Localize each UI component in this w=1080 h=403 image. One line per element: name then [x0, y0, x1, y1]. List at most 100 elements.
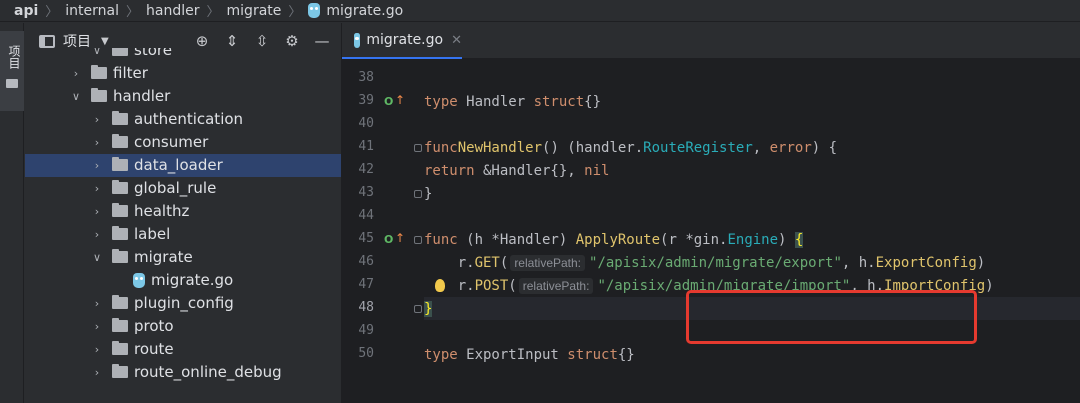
tree-item-label: migrate: [134, 248, 193, 266]
folder-icon: [112, 249, 128, 263]
tree-item-label: data_loader: [134, 156, 223, 174]
line-number: 47: [358, 277, 374, 292]
tree-item-label: filter: [113, 64, 148, 82]
code-area[interactable]: type Handler struct{} func NewHandler() (…: [424, 59, 1080, 403]
code-line: }: [424, 185, 433, 202]
tree-item-label: authentication: [134, 110, 244, 128]
folder-icon: [112, 134, 128, 148]
project-tree: ∨ store › filter ∨ handler › authentication › con…: [25, 48, 341, 403]
folder-icon: [112, 203, 128, 217]
tree-item[interactable]: › global_rule: [25, 177, 341, 200]
breadcrumb-item-handler[interactable]: handler: [146, 3, 199, 19]
tree-item[interactable]: › healthz: [25, 200, 341, 223]
tree-item-label: route_online_debug: [134, 363, 282, 381]
go-implementation-icon[interactable]: O: [384, 95, 393, 108]
code-editor: migrate.go ✕ 38 39 40 41 42 43 44 45 46 47 48 49 50 O…: [341, 23, 1080, 403]
folder-icon: [112, 48, 128, 56]
tree-item[interactable]: ∨ store: [25, 48, 341, 62]
tree-item[interactable]: migrate.go: [25, 269, 341, 292]
project-tool-tab-label: 项目: [7, 45, 21, 69]
tree-item-label: consumer: [134, 133, 209, 151]
chevron-right-icon[interactable]: ›: [92, 159, 102, 172]
chevron-down-icon[interactable]: ▼: [101, 36, 109, 47]
go-implementation-icon[interactable]: O: [384, 233, 393, 246]
project-tool-tab[interactable]: 项目: [0, 31, 24, 111]
chevron-down-icon[interactable]: ∨: [71, 90, 81, 103]
folder-icon: [91, 65, 107, 79]
tree-item[interactable]: › route_online_debug: [25, 361, 341, 384]
chevron-right-icon[interactable]: ›: [92, 113, 102, 126]
code-line: type ExportInput struct{}: [424, 346, 635, 363]
tree-item[interactable]: › route: [25, 338, 341, 361]
folder-icon: [112, 318, 128, 332]
breadcrumb-item-internal[interactable]: internal: [65, 3, 119, 19]
tree-item[interactable]: › authentication: [25, 108, 341, 131]
line-number: 43: [358, 185, 374, 200]
go-file-icon: [354, 32, 361, 48]
line-number: 45: [358, 231, 374, 246]
chevron-right-icon[interactable]: ›: [92, 297, 102, 310]
tree-item[interactable]: ∨ handler: [25, 85, 341, 108]
line-number-gutter: 38 39 40 41 42 43 44 45 46 47 48 49 50 O ↑ O ↑: [342, 59, 445, 403]
tree-item[interactable]: › proto: [25, 315, 341, 338]
breadcrumb-item-migrate[interactable]: migrate: [227, 3, 282, 19]
line-number: 38: [358, 70, 374, 85]
breadcrumb-separator: 〉: [45, 5, 59, 20]
chevron-right-icon[interactable]: ›: [92, 205, 102, 218]
tree-item-label: healthz: [134, 202, 190, 220]
line-number: 40: [358, 116, 374, 131]
line-number: 42: [358, 162, 374, 177]
highlight-box: [686, 290, 977, 344]
tree-item-label: migrate.go: [151, 271, 234, 289]
editor-tab-bar: migrate.go ✕: [342, 23, 1080, 59]
tree-item[interactable]: › consumer: [25, 131, 341, 154]
line-number: 44: [358, 208, 374, 223]
chevron-right-icon[interactable]: ›: [92, 366, 102, 379]
tree-item-label: store: [134, 48, 172, 59]
chevron-down-icon[interactable]: ∨: [92, 251, 102, 264]
tree-item-label: label: [134, 225, 171, 243]
arrow-up-icon[interactable]: ↑: [395, 231, 405, 245]
arrow-up-icon[interactable]: ↑: [395, 93, 405, 107]
folder-icon: [6, 79, 18, 88]
chevron-right-icon[interactable]: ›: [92, 228, 102, 241]
fold-marker-icon[interactable]: [414, 144, 422, 152]
breadcrumb-item-file[interactable]: migrate.go: [308, 3, 403, 19]
go-file-icon: [133, 272, 145, 288]
tree-item[interactable]: ∨ migrate: [25, 246, 341, 269]
line-number: 46: [358, 254, 374, 269]
tree-item-label: plugin_config: [134, 294, 234, 312]
fold-marker-icon[interactable]: [414, 190, 422, 198]
tab-label: migrate.go: [366, 32, 444, 48]
chevron-down-icon[interactable]: ∨: [92, 48, 102, 57]
tree-item[interactable]: › data_loader: [25, 153, 341, 177]
folder-icon: [112, 226, 128, 240]
breadcrumb-separator: 〉: [288, 5, 302, 20]
breadcrumb-item-api[interactable]: api: [0, 3, 38, 19]
chevron-right-icon[interactable]: ›: [92, 343, 102, 356]
folder-icon: [112, 341, 128, 355]
tree-item[interactable]: › plugin_config: [25, 292, 341, 315]
line-number: 48: [358, 300, 374, 315]
chevron-right-icon[interactable]: ›: [92, 182, 102, 195]
folder-icon: [112, 111, 128, 125]
fold-marker-icon[interactable]: [414, 236, 422, 244]
close-icon[interactable]: ✕: [451, 33, 462, 48]
fold-marker-icon[interactable]: [414, 305, 422, 313]
line-number: 41: [358, 139, 374, 154]
breadcrumb: api 〉 internal 〉 handler 〉 migrate 〉 mig…: [0, 0, 1080, 22]
code-line: return &Handler{}, nil: [424, 162, 610, 179]
chevron-right-icon[interactable]: ›: [71, 67, 81, 80]
breadcrumb-separator: 〉: [126, 5, 140, 20]
breadcrumb-separator: 〉: [206, 5, 220, 20]
tree-item[interactable]: › label: [25, 223, 341, 246]
folder-icon: [91, 88, 107, 102]
chevron-right-icon[interactable]: ›: [92, 320, 102, 333]
chevron-right-icon[interactable]: ›: [92, 136, 102, 149]
tab-migrate-go[interactable]: migrate.go ✕: [342, 23, 462, 59]
line-number: 49: [358, 323, 374, 338]
go-file-icon: [308, 3, 321, 18]
tree-item[interactable]: › filter: [25, 62, 341, 85]
